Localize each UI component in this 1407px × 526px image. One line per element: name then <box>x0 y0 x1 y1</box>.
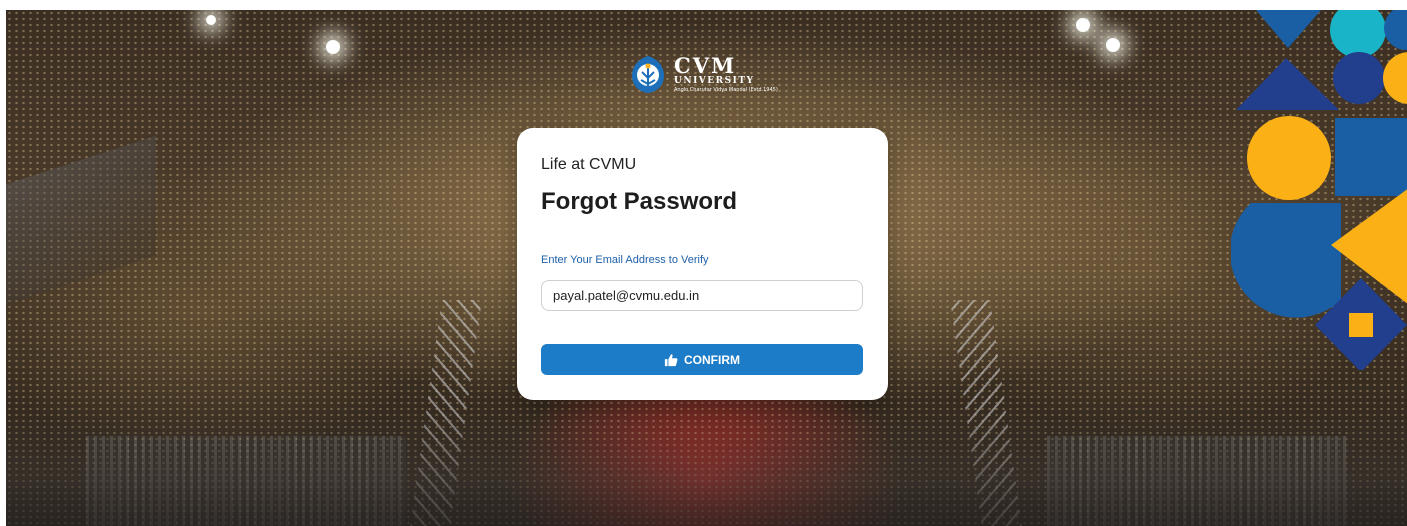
shape-dark-blue-triangle <box>1236 58 1339 110</box>
shape-blue-square <box>1335 118 1407 196</box>
background-light <box>1106 38 1120 52</box>
decorative-shapes <box>1231 10 1407 370</box>
page-title: Forgot Password <box>541 188 738 215</box>
shape-blue-triangle <box>1256 10 1321 48</box>
university-emblem-icon <box>632 56 664 93</box>
email-field-label: Enter Your Email Address to Verify <box>541 254 709 266</box>
confirm-button[interactable]: CONFIRM <box>541 344 863 375</box>
background-truss-right <box>950 300 1022 526</box>
background-light <box>326 40 340 54</box>
logo-name: CVM <box>674 53 737 78</box>
logo-tagline: Anglo Charutar Vidya Mandal (Estd.1945) <box>674 87 778 93</box>
background-roof-left <box>6 135 156 305</box>
shape-dark-blue-circle <box>1333 52 1385 104</box>
shape-yellow-small-square <box>1349 313 1373 337</box>
background-roof-bottom-right <box>1047 436 1347 526</box>
shape-blue-circle <box>1384 10 1407 50</box>
thumbs-up-icon <box>664 353 678 366</box>
confirm-button-label: CONFIRM <box>684 352 740 367</box>
background-light <box>206 15 216 25</box>
shape-yellow-large-circle <box>1247 116 1331 200</box>
shape-teal-circle <box>1330 10 1386 58</box>
background-light <box>1076 18 1090 32</box>
university-logo: CVM UNIVERSITY Anglo Charutar Vidya Mand… <box>630 54 778 94</box>
shape-blue-quarter-circle <box>1231 203 1341 318</box>
background-roof-bottom-left <box>86 436 406 526</box>
shape-yellow-circle <box>1383 52 1407 104</box>
logo-subtitle: UNIVERSITY <box>674 76 755 86</box>
email-field[interactable] <box>541 280 863 311</box>
background-truss-left <box>410 300 482 526</box>
card-subtitle: Life at CVMU <box>541 156 637 173</box>
forgot-password-card: Life at CVMU Forgot Password Enter Your … <box>517 128 888 400</box>
